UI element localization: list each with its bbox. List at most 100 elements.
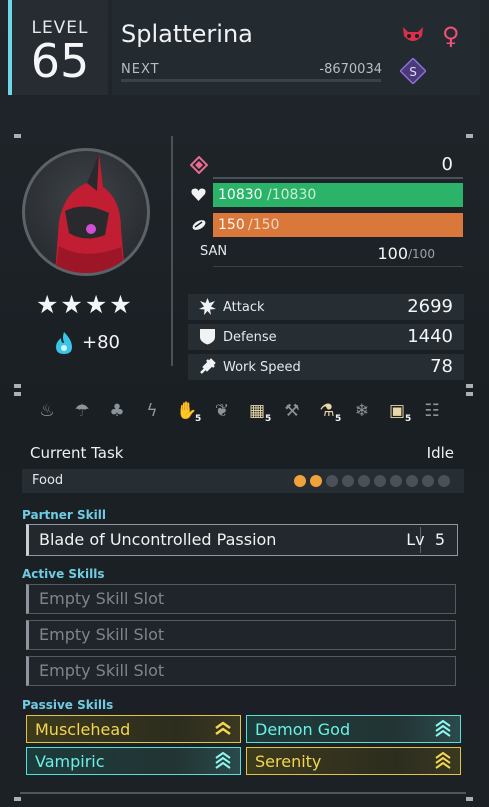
defense-label: Defense bbox=[223, 330, 277, 345]
partner-skill-level-label: Lv bbox=[406, 530, 425, 549]
work-suitability-strip: ♨ ☂ ♣ ϟ ✋ 5 ❦ ▦ 5 ⚒ ⚗ 5 ❄ ▣ 5 ☷ bbox=[22, 400, 464, 434]
attack-icon bbox=[199, 298, 216, 315]
san-bar bbox=[213, 266, 463, 267]
frame-marker bbox=[14, 384, 21, 388]
passive-skill-musclehead[interactable]: Musclehead bbox=[26, 715, 241, 743]
mining-icon: ⚒ bbox=[284, 401, 300, 421]
work-level-badge: 5 bbox=[405, 414, 412, 424]
shield-icon bbox=[200, 329, 215, 345]
work-level-badge: 5 bbox=[335, 414, 342, 424]
next-exp-label: NEXT bbox=[121, 62, 160, 77]
attack-label: Attack bbox=[223, 300, 265, 315]
pal-portrait-image bbox=[55, 153, 125, 273]
partner-skill-level: Lv 5 bbox=[406, 530, 445, 549]
rank-up-arrows-icon bbox=[435, 751, 451, 769]
dark-element-icon bbox=[403, 27, 423, 41]
next-exp-value: -8670034 bbox=[319, 62, 382, 77]
exp-bar bbox=[121, 79, 381, 82]
current-task-value: Idle bbox=[426, 444, 454, 462]
svg-text:S: S bbox=[409, 65, 417, 79]
star-rating: ★★★★ bbox=[36, 290, 134, 319]
rank-up-arrows-icon bbox=[215, 751, 231, 769]
san-max: /100 bbox=[408, 247, 435, 261]
passive-skill-vampiric[interactable]: Vampiric bbox=[26, 747, 241, 775]
bottom-divider bbox=[20, 792, 466, 794]
gathering-icon: ❦ bbox=[214, 401, 230, 421]
planting-icon: ♣ bbox=[109, 401, 125, 421]
frame-marker bbox=[14, 797, 21, 801]
pal-portrait bbox=[22, 148, 150, 276]
work-speed-icon bbox=[200, 358, 216, 374]
frame-marker bbox=[466, 384, 473, 388]
active-skills-title: Active Skills bbox=[22, 567, 105, 581]
food-pip-filled bbox=[310, 475, 322, 487]
passive-skill-label: Serenity bbox=[255, 752, 322, 771]
partner-skill-level-value: 5 bbox=[434, 530, 445, 549]
food-pip-empty bbox=[390, 475, 402, 487]
food-max: /150 bbox=[248, 217, 280, 233]
attack-value: 2699 bbox=[407, 296, 453, 317]
farming-icon: ☷ bbox=[424, 401, 440, 421]
passive-skill-label: Musclehead bbox=[35, 720, 131, 739]
frame-marker bbox=[466, 797, 473, 801]
passive-skill-label: Demon God bbox=[255, 720, 351, 739]
food-current: 150 bbox=[218, 217, 245, 233]
food-label: Food bbox=[32, 473, 64, 488]
active-skill-slot-label: Empty Skill Slot bbox=[39, 625, 165, 644]
workspeed-label: Work Speed bbox=[223, 360, 301, 375]
partner-skill-title: Partner Skill bbox=[22, 508, 106, 522]
food-pip-empty bbox=[438, 475, 450, 487]
active-skill-slot-label: Empty Skill Slot bbox=[39, 661, 165, 680]
section-divider bbox=[171, 136, 173, 366]
food-pip-empty bbox=[326, 475, 338, 487]
kindling-icon: ♨ bbox=[39, 401, 55, 421]
frame-marker bbox=[14, 134, 21, 138]
frame-marker bbox=[14, 392, 21, 396]
active-skill-slot-1[interactable]: Empty Skill Slot bbox=[26, 584, 456, 614]
rank-up-arrows-icon bbox=[435, 719, 451, 737]
level-box: LEVEL 65 bbox=[8, 0, 108, 95]
female-icon: ♀ bbox=[442, 22, 460, 50]
food-pip-empty bbox=[422, 475, 434, 487]
trust-value: 0 bbox=[441, 154, 453, 175]
work-level-badge: 5 bbox=[265, 414, 272, 424]
active-skill-slot-label: Empty Skill Slot bbox=[39, 589, 165, 608]
heart-icon bbox=[191, 188, 206, 201]
food-icon bbox=[192, 220, 206, 230]
level-value: 65 bbox=[30, 34, 90, 88]
electricity-icon: ϟ bbox=[146, 401, 158, 421]
trust-bar bbox=[213, 177, 463, 179]
watering-icon: ☂ bbox=[74, 401, 90, 421]
pal-name: Splatterina bbox=[121, 20, 253, 48]
food-pip-empty bbox=[406, 475, 418, 487]
current-task-label: Current Task bbox=[30, 444, 124, 462]
partner-skill-name: Blade of Uncontrolled Passion bbox=[39, 530, 277, 549]
hp-current: 10830 bbox=[218, 187, 263, 203]
soul-flame-icon bbox=[56, 332, 72, 354]
hp-max: /10830 bbox=[267, 187, 317, 203]
soul-bonus: +80 bbox=[82, 332, 120, 353]
food-pip-empty bbox=[342, 475, 354, 487]
pal-summary-panel: LEVEL 65 Splatterina NEXT -8670034 ♀ S ★… bbox=[0, 0, 489, 807]
cooling-icon: ❄ bbox=[354, 401, 370, 421]
frame-marker bbox=[466, 392, 473, 396]
food-pip-filled bbox=[294, 475, 306, 487]
san-label: SAN bbox=[200, 244, 228, 259]
food-pip-empty bbox=[374, 475, 386, 487]
passive-skill-serenity[interactable]: Serenity bbox=[246, 747, 461, 775]
rank-badge-icon: S bbox=[400, 58, 426, 84]
san-current: 100 bbox=[377, 244, 408, 263]
active-skill-slot-3[interactable]: Empty Skill Slot bbox=[26, 656, 456, 686]
active-skill-slot-2[interactable]: Empty Skill Slot bbox=[26, 620, 456, 650]
work-level-badge: 5 bbox=[195, 414, 202, 424]
rank-up-arrows-icon bbox=[215, 721, 231, 736]
trust-icon bbox=[190, 156, 208, 174]
passive-skills-title: Passive Skills bbox=[22, 698, 114, 712]
passive-skill-demon-god[interactable]: Demon God bbox=[246, 715, 461, 743]
passive-skill-label: Vampiric bbox=[35, 752, 105, 771]
workspeed-value: 78 bbox=[430, 356, 453, 377]
defense-value: 1440 bbox=[407, 326, 453, 347]
frame-marker bbox=[466, 134, 473, 138]
food-pip-empty bbox=[358, 475, 370, 487]
partner-skill-slot[interactable]: Blade of Uncontrolled Passion Lv 5 bbox=[26, 524, 458, 556]
